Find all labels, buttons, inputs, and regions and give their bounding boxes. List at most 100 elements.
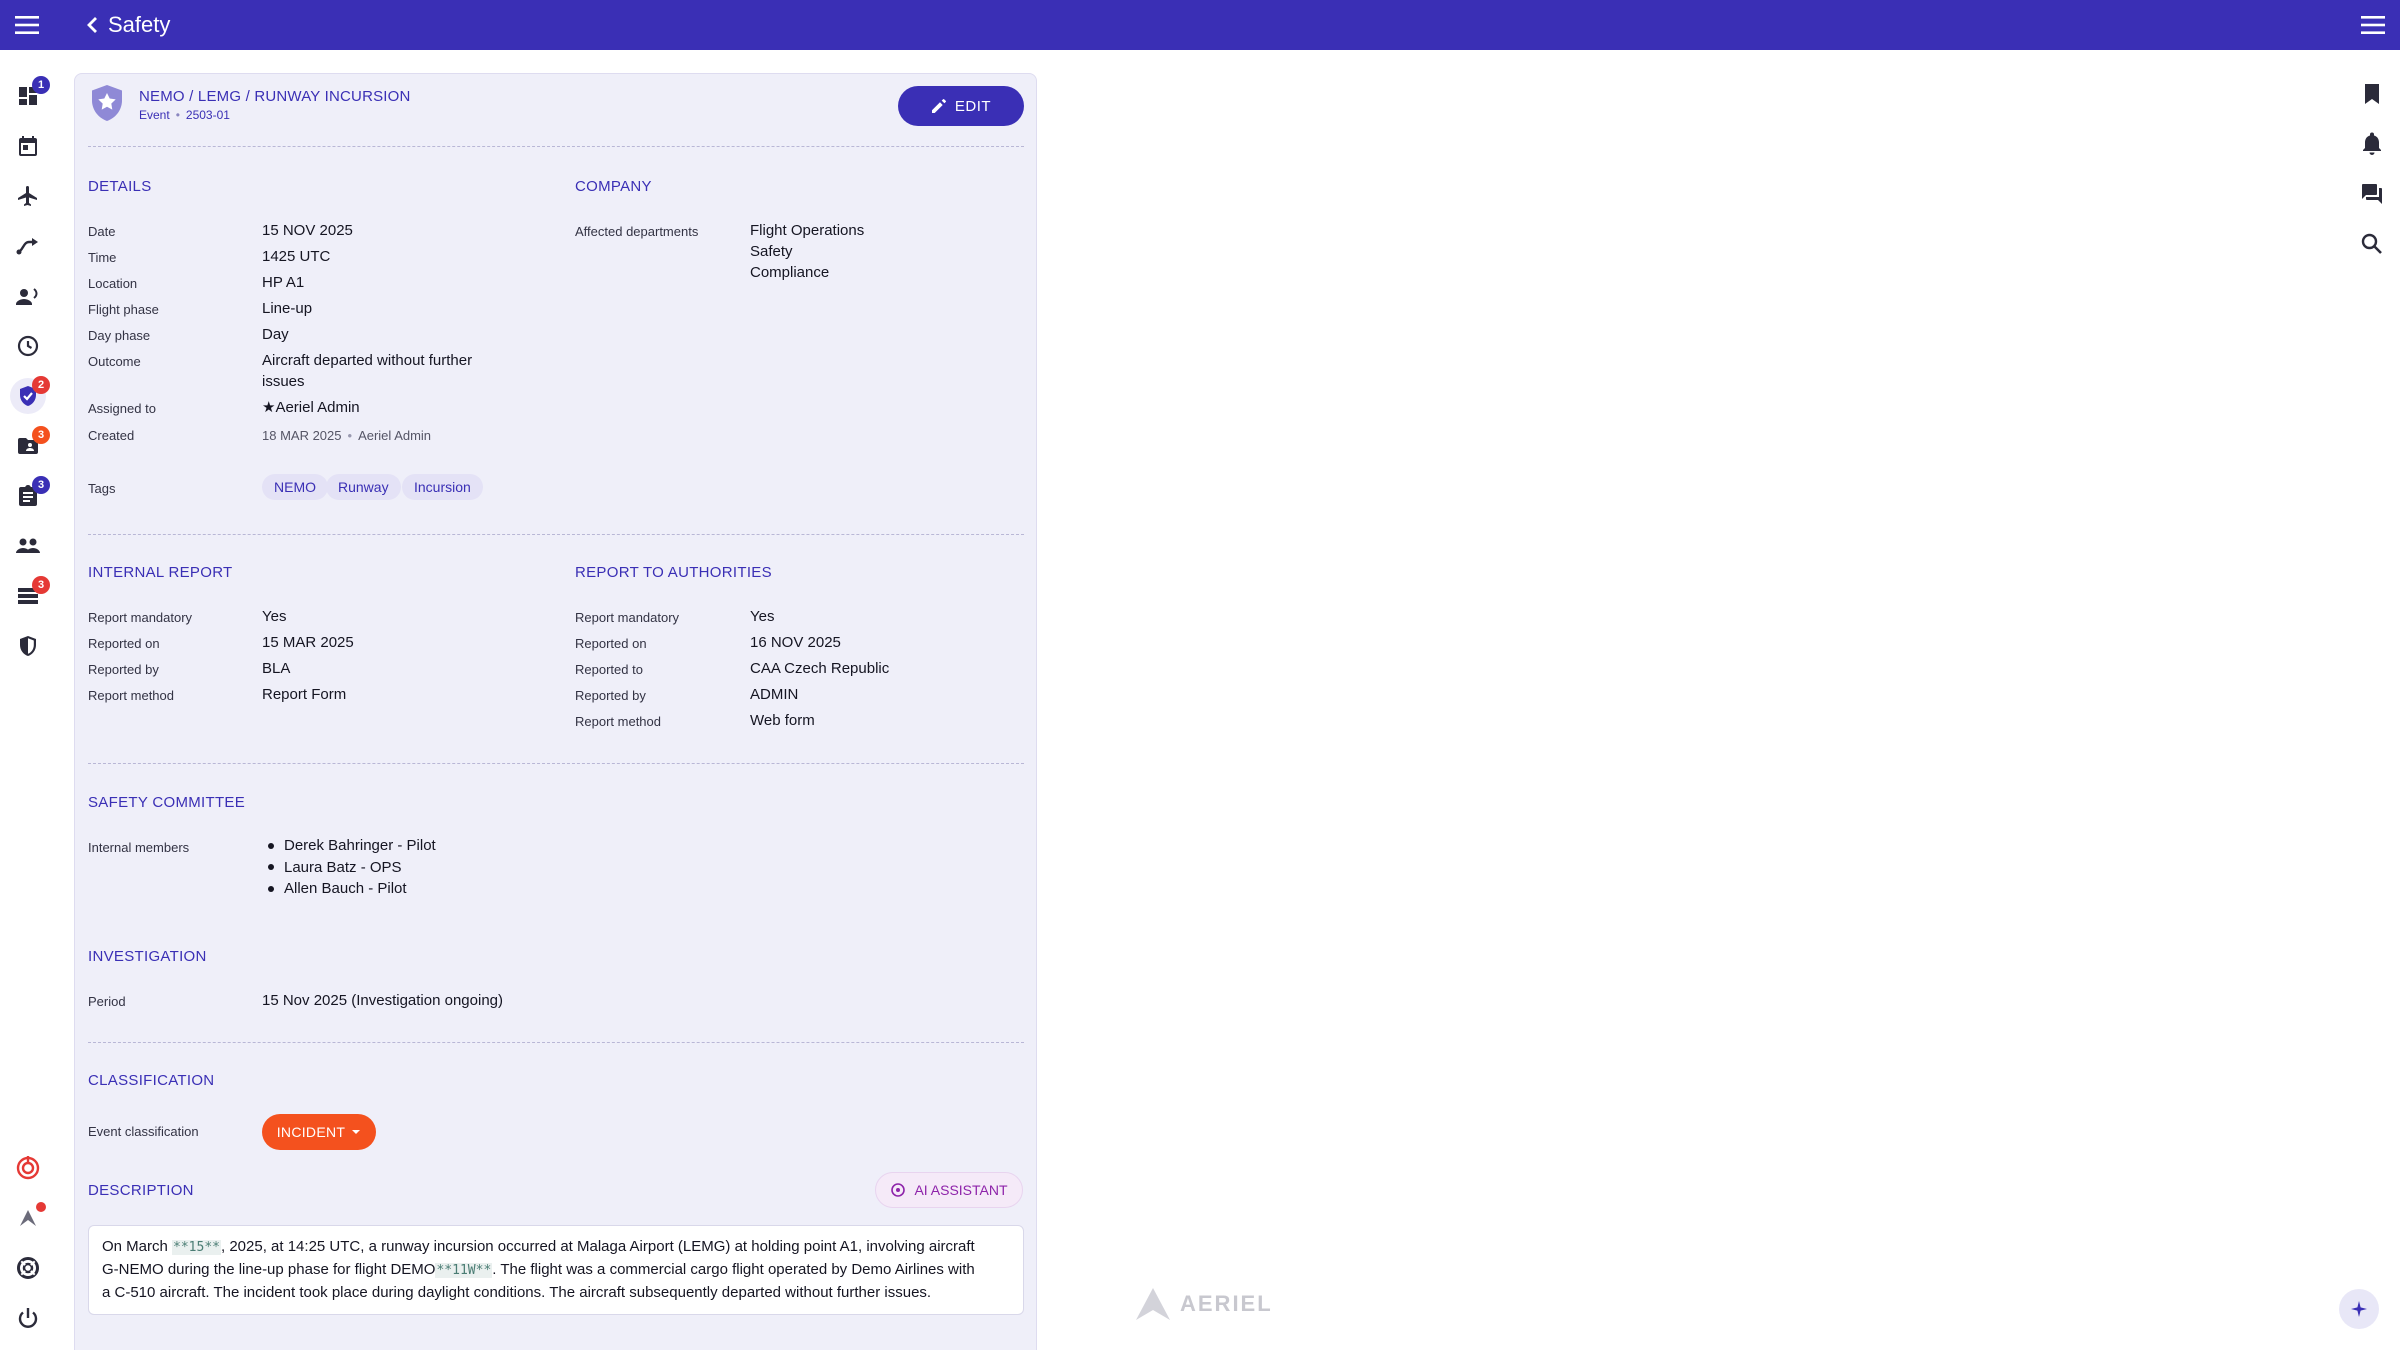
internal-method-label: Report method [88, 688, 174, 703]
bookmark-icon [2365, 84, 2379, 104]
lists-badge: 3 [32, 576, 50, 594]
nav-crew[interactable] [10, 278, 46, 314]
pencil-icon [931, 98, 946, 113]
people-icon [16, 538, 40, 553]
messages-button[interactable] [2352, 174, 2392, 214]
investigation-heading: INVESTIGATION [88, 948, 207, 965]
more-menu-icon[interactable] [2360, 13, 2386, 37]
dashboard-badge: 1 [32, 76, 50, 94]
internal-mandatory-label: Report mandatory [88, 610, 193, 625]
classification-dropdown[interactable]: INCIDENT [262, 1114, 376, 1150]
classification-value: INCIDENT [276, 1124, 346, 1140]
tag-chip[interactable]: Runway [326, 474, 401, 500]
nav-lists[interactable]: 3 [10, 576, 50, 614]
flight-phase-value: Line-up [262, 300, 313, 317]
crew-voice-icon [16, 288, 38, 305]
nav-calendar[interactable] [10, 128, 46, 164]
alert-target-icon [16, 1156, 40, 1180]
event-shield-star-icon [92, 85, 122, 121]
quick-actions-button[interactable] [2339, 1289, 2379, 1329]
nav-support[interactable] [10, 1250, 46, 1286]
company-heading: COMPANY [575, 178, 652, 195]
safety-badge: 2 [32, 376, 50, 394]
auth-method-value: Web form [750, 712, 815, 729]
ai-assistant-label: AI ASSISTANT [914, 1182, 1008, 1198]
event-number: 2503-01 [185, 108, 230, 122]
description-segment: G-NEMO during the line-up phase for flig… [102, 1261, 436, 1278]
calendar-icon [19, 136, 37, 156]
created-label: Created [88, 428, 135, 443]
event-breadcrumb[interactable]: NEMO / LEMG / RUNWAY INCURSION [139, 88, 411, 105]
description-segment: On March [102, 1238, 173, 1255]
nav-safety[interactable]: 2 [10, 376, 50, 414]
member-item: Laura Batz - OPS [268, 857, 436, 879]
route-icon [16, 238, 38, 255]
search-button[interactable] [2352, 224, 2392, 264]
left-sidebar: 1 2 3 3 3 [0, 50, 72, 1350]
departments-label: Affected departments [575, 224, 699, 239]
menu-icon[interactable] [14, 13, 40, 37]
committee-heading: SAFETY COMMITTEE [88, 794, 246, 811]
chat-icon [2362, 184, 2382, 204]
flight-phase-label: Flight phase [88, 302, 159, 317]
divider [88, 1042, 1024, 1043]
outcome-value: Aircraft departed without further issues [262, 350, 472, 392]
description-segment: . The flight was a commercial cargo flig… [492, 1261, 975, 1278]
location-label: Location [88, 276, 138, 291]
description-segment: a C-510 aircraft. The incident took plac… [102, 1284, 932, 1301]
time-label: Time [88, 250, 117, 265]
nav-tasks[interactable]: 3 [10, 476, 50, 514]
auth-method-label: Report method [575, 714, 661, 729]
auth-reported-on-label: Reported on [575, 636, 647, 651]
tag-chip[interactable]: NEMO [262, 474, 328, 500]
outcome-label: Outcome [88, 354, 141, 369]
internal-reported-on-label: Reported on [88, 636, 160, 651]
ai-spark-icon [891, 1183, 906, 1197]
nav-security[interactable] [10, 628, 46, 664]
top-app-bar: Safety [0, 0, 2400, 50]
nav-aeriel[interactable] [10, 1200, 46, 1236]
back-arrow-icon[interactable] [82, 15, 102, 35]
aeriel-logo-icon [1136, 1288, 1170, 1320]
internal-report-heading: INTERNAL REPORT [88, 564, 233, 581]
divider [88, 763, 1024, 764]
members-label: Internal members [88, 840, 190, 855]
tag-chip[interactable]: Incursion [402, 474, 483, 500]
created-value: 18 MAR 2025 • Aeriel Admin [262, 428, 432, 443]
bookmark-button[interactable] [2352, 74, 2392, 114]
lifebuoy-icon [17, 1257, 39, 1279]
auth-reported-by-label: Reported by [575, 688, 646, 703]
ai-assistant-button[interactable]: AI ASSISTANT [875, 1172, 1023, 1208]
nav-flights[interactable] [10, 178, 46, 214]
internal-reported-by-label: Reported by [88, 662, 159, 677]
member-item: Derek Bahringer - Pilot [268, 835, 436, 857]
created-by: Aeriel Admin [358, 428, 432, 443]
edit-button[interactable]: EDIT [898, 86, 1024, 126]
aeriel-logo-icon [20, 1210, 36, 1226]
nav-logout[interactable] [10, 1300, 46, 1336]
description-text[interactable]: On March **15**, 2025, at 14:25 UTC, a r… [88, 1225, 1024, 1315]
nav-emergency[interactable] [10, 1150, 46, 1186]
nav-routes[interactable] [10, 228, 46, 264]
notifications-button[interactable] [2352, 124, 2392, 164]
bell-icon [2363, 132, 2381, 155]
nav-history[interactable] [10, 328, 46, 364]
nav-contacts[interactable]: 3 [10, 426, 50, 464]
tasks-badge: 3 [32, 476, 50, 494]
description-segment: , 2025, at 14:25 UTC, a runway incursion… [221, 1238, 975, 1255]
location-value: HP A1 [262, 274, 305, 291]
nav-people[interactable] [10, 528, 46, 564]
assigned-label: Assigned to [88, 401, 156, 416]
auth-reported-by-value: ADMIN [750, 686, 799, 703]
assigned-value[interactable]: ★Aeriel Admin [262, 397, 360, 418]
auth-reported-to-label: Reported to [575, 662, 643, 677]
aeriel-watermark: AERIEL [1134, 1286, 1273, 1322]
nav-dashboard[interactable]: 1 [10, 76, 50, 114]
search-icon [2361, 233, 2382, 254]
outcome-line: issues [262, 373, 305, 390]
departments-value: Flight Operations Safety Compliance [750, 220, 864, 283]
day-phase-label: Day phase [88, 328, 151, 343]
contacts-badge: 3 [32, 426, 50, 444]
member-item: Allen Bauch - Pilot [268, 878, 436, 900]
period-label: Period [88, 994, 126, 1009]
